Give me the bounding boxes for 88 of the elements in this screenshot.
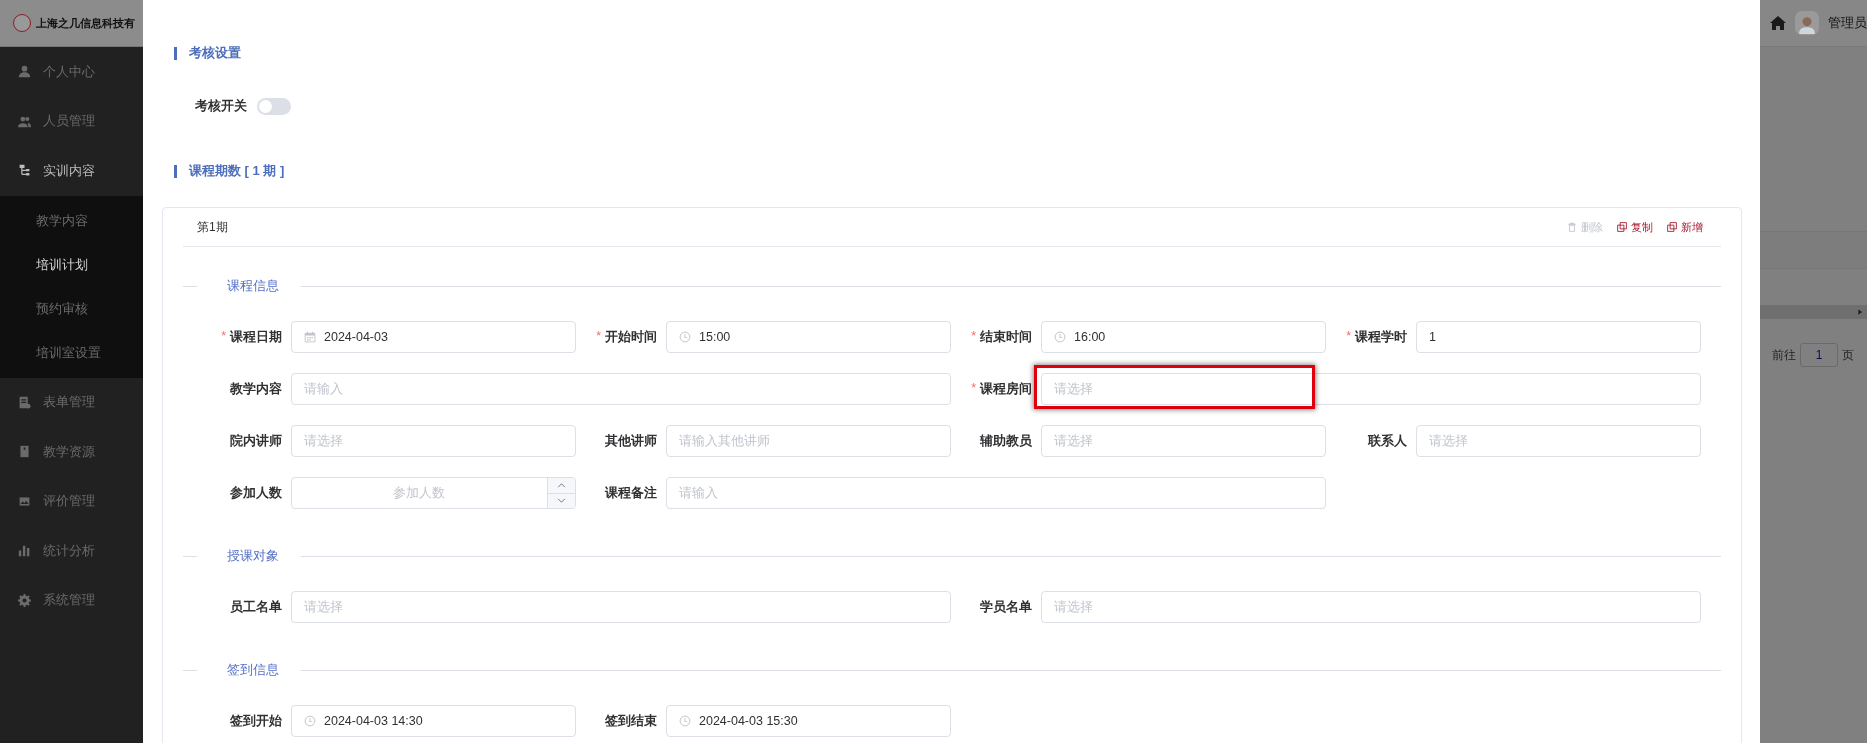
picture-frame-icon [18, 494, 31, 508]
sidebar-item[interactable]: 教学资源 [0, 427, 143, 477]
copy-icon [1617, 222, 1627, 232]
field-label: 辅助教员 [980, 432, 1032, 450]
card-title: 第1期 [197, 218, 228, 236]
clock-icon [304, 715, 316, 727]
field-label: 课程备注 [605, 484, 657, 502]
field-label: 结束时间 [980, 328, 1032, 346]
clock-icon [679, 715, 691, 727]
section-heading: 课程期数 [ 1 期 ] [189, 162, 285, 180]
required-mark: * [971, 328, 976, 345]
submenu-item[interactable]: 预约审核 [0, 286, 143, 331]
sidebar-item[interactable]: 实训内容 [0, 146, 143, 196]
clock-icon [1054, 331, 1066, 343]
select-field[interactable]: 请选择 [1041, 591, 1701, 623]
scrollbar[interactable] [1760, 305, 1867, 319]
submenu-item[interactable]: 培训计划 [0, 242, 143, 287]
input-field[interactable]: 请输入 [291, 373, 951, 405]
copy-icon [1667, 222, 1677, 232]
field-label: 课程日期 [230, 328, 282, 346]
input-field[interactable]: 1 [1416, 321, 1701, 353]
field-label: 员工名单 [230, 598, 282, 616]
trash-icon [1567, 222, 1577, 232]
field-label: 其他讲师 [605, 432, 657, 450]
required-mark: * [971, 380, 976, 397]
action-link[interactable]: 复制 [1617, 219, 1653, 235]
submenu-item[interactable]: 培训室设置 [0, 330, 143, 375]
pager-label: 页 [1842, 346, 1854, 364]
required-mark: * [596, 328, 601, 345]
company-name: 上海之几信息科技有 [36, 15, 135, 31]
field-label: 院内讲师 [230, 432, 282, 450]
field-label: 开始时间 [605, 328, 657, 346]
person-silhouette-icon [1798, 15, 1816, 35]
input-field[interactable]: 请输入其他讲师 [666, 425, 951, 457]
bar-chart-icon [18, 544, 31, 558]
time-field[interactable]: 2024-04-03 15:30 [666, 705, 951, 737]
pager-label: 前往 [1772, 346, 1796, 364]
date-field[interactable]: 2024-04-03 [291, 321, 576, 353]
right-triangle-icon [1857, 308, 1864, 316]
group-title: 授课对象 [227, 547, 279, 565]
select-field[interactable]: 请选择 [1041, 425, 1326, 457]
select-field[interactable]: 请选择 [291, 425, 576, 457]
logo-icon [13, 14, 31, 32]
avatar[interactable] [1795, 11, 1819, 35]
submenu-item[interactable]: 教学内容 [0, 198, 143, 243]
sidebar-item[interactable]: 表单管理 [0, 377, 143, 427]
time-field[interactable]: 16:00 [1041, 321, 1326, 353]
select-field[interactable]: 请选择 [291, 591, 951, 623]
toggle-switch[interactable] [257, 97, 291, 115]
required-mark: * [221, 328, 226, 345]
chevron-down-icon [557, 496, 566, 506]
select-field[interactable]: 请选择 [1041, 373, 1701, 405]
sidebar-item[interactable]: 统计分析 [0, 526, 143, 576]
field-label: 课程房间 [980, 380, 1032, 398]
group-title: 签到信息 [227, 661, 279, 679]
number-field[interactable]: 参加人数 [291, 477, 576, 509]
gear-icon [18, 593, 31, 607]
user-name[interactable]: 管理员 [1828, 14, 1867, 32]
person-icon [18, 65, 31, 79]
field-label: 签到开始 [230, 712, 282, 730]
field-label: 参加人数 [230, 484, 282, 502]
chevron-up-icon [557, 480, 566, 490]
home-icon [1770, 15, 1786, 31]
calendar-icon [304, 331, 316, 343]
select-field[interactable]: 请选择 [1416, 425, 1701, 457]
field-label: 学员名单 [980, 598, 1032, 616]
book-icon [18, 445, 31, 459]
input-field[interactable]: 请输入 [666, 477, 1326, 509]
time-field[interactable]: 2024-04-03 14:30 [291, 705, 576, 737]
time-field[interactable]: 15:00 [666, 321, 951, 353]
sidebar-item[interactable]: 个人中心 [0, 47, 143, 97]
required-mark: * [1346, 328, 1351, 345]
sidebar-item[interactable]: 评价管理 [0, 476, 143, 526]
clock-icon [679, 331, 691, 343]
page-input[interactable]: 1 [1800, 343, 1838, 367]
tree-icon [18, 164, 31, 178]
field-label: 签到结束 [605, 712, 657, 730]
sidebar-item[interactable]: 系统管理 [0, 575, 143, 625]
action-link[interactable]: 新增 [1667, 219, 1703, 235]
section-heading: 考核设置 [189, 44, 241, 62]
group-title: 课程信息 [227, 277, 279, 295]
form-icon [18, 395, 31, 409]
people-icon [18, 114, 31, 128]
field-label: 教学内容 [230, 380, 282, 398]
sidebar-item[interactable]: 人员管理 [0, 96, 143, 146]
field-label: 联系人 [1368, 432, 1407, 450]
field-label: 课程学时 [1355, 328, 1407, 346]
switch-label: 考核开关 [195, 97, 247, 115]
